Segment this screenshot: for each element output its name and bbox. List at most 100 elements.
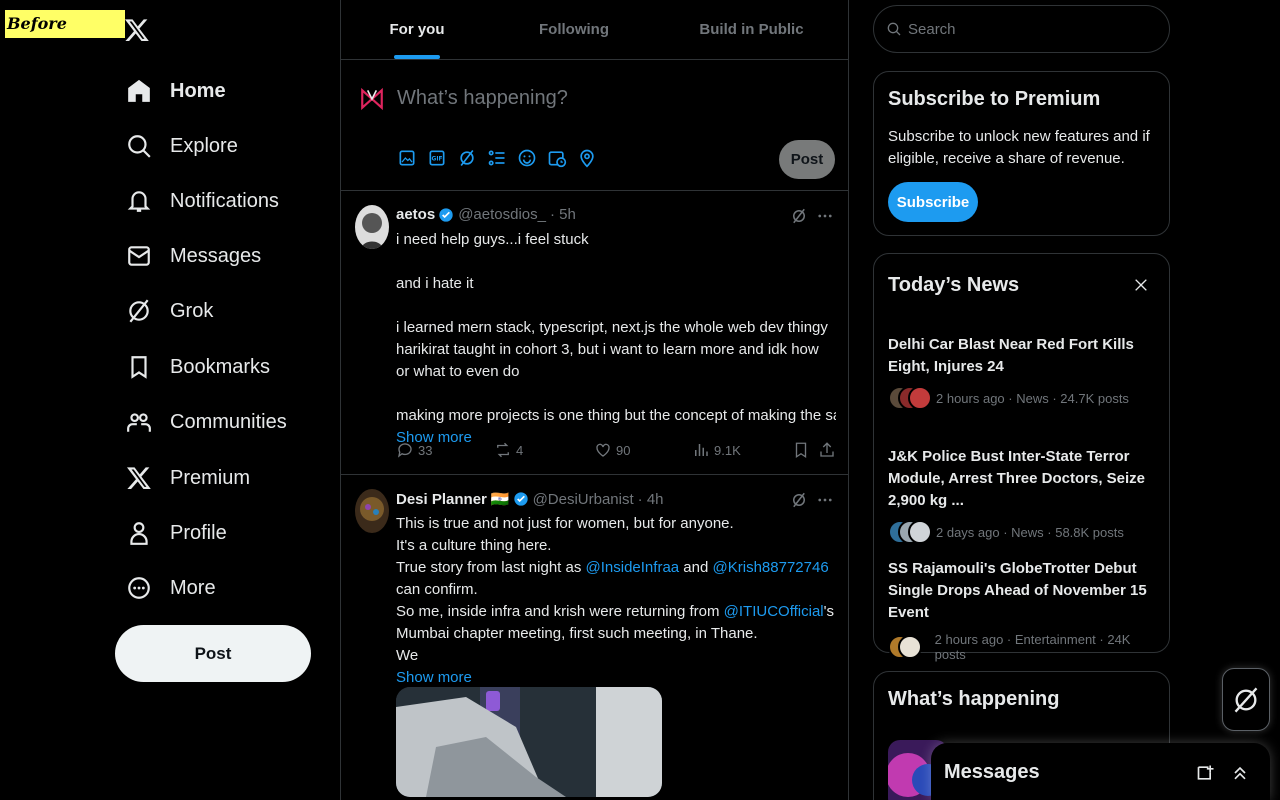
author-handle[interactable]: @aetosdios_ (458, 206, 546, 223)
grok-icon[interactable] (790, 491, 808, 509)
messages-drawer[interactable]: Messages (931, 743, 1270, 800)
subscribe-button[interactable]: Subscribe (888, 182, 978, 222)
svg-text:GIF: GIF (432, 157, 443, 163)
grok-icon[interactable] (790, 207, 808, 225)
tweet-line (396, 295, 836, 317)
tweet[interactable]: aetos @aetosdios_ · 5h i need help guys.… (341, 191, 848, 475)
search-icon (128, 135, 151, 158)
tweet-time[interactable]: · 4h (638, 491, 664, 508)
news-meta: 2 hours ago · News · 24.7K posts (888, 386, 1158, 410)
mention-link[interactable]: @InsideInfraa (586, 559, 680, 576)
nav-communities[interactable]: Communities (116, 398, 297, 446)
like-button[interactable]: 90 (594, 441, 630, 459)
bookmark-icon (795, 442, 807, 459)
grok-floating-button[interactable] (1222, 668, 1270, 731)
news-meta: 2 days ago · News · 58.8K posts (888, 520, 1158, 544)
nav-grok[interactable]: Grok (116, 287, 223, 335)
post-composer: What’s happening? GIF Post (341, 60, 848, 191)
share-icon (820, 442, 834, 457)
tweet-media-image[interactable] (396, 687, 662, 797)
nav-explore[interactable]: Explore (116, 122, 248, 170)
user-avatar-icon[interactable] (359, 86, 385, 112)
tab-build-in-public[interactable]: Build in Public (655, 0, 848, 59)
tab-following[interactable]: Following (493, 0, 655, 59)
tab-label: Following (539, 21, 609, 38)
x-app: Before Home Explore Notifications Messag… (0, 0, 1280, 800)
tweet-text: This is true and not just for women, but… (396, 513, 836, 689)
grok-icon[interactable] (457, 148, 477, 168)
tweet-header: aetos @aetosdios_ · 5h (396, 206, 576, 223)
location-icon[interactable] (577, 148, 597, 168)
nav-home[interactable]: Home (116, 67, 236, 115)
more-horizontal-icon[interactable] (816, 491, 834, 509)
bell-icon (127, 191, 151, 212)
repost-button[interactable]: 4 (494, 441, 523, 459)
nav-profile[interactable]: Profile (116, 509, 237, 557)
composer-post-button[interactable]: Post (779, 140, 835, 179)
tweet-line: So me, inside infra and krish were retur… (396, 601, 836, 645)
poll-icon[interactable] (487, 148, 507, 168)
close-icon[interactable] (1133, 277, 1149, 293)
tweet[interactable]: Desi Planner 🇮🇳 @DesiUrbanist · 4h This … (341, 475, 848, 800)
search-icon (887, 22, 901, 36)
news-meta-text: 2 hours ago · Entertainment · 24K posts (934, 632, 1131, 662)
reply-count: 33 (418, 442, 433, 458)
chevrons-up-icon[interactable] (1230, 763, 1250, 783)
messages-drawer-actions (1196, 763, 1250, 783)
search-input[interactable] (908, 20, 1148, 38)
nav-notifications[interactable]: Notifications (116, 177, 289, 225)
timeline-tabs: For you Following Build in Public (341, 0, 848, 60)
views-button[interactable]: 9.1K (692, 441, 741, 459)
tweet-time[interactable]: · 5h (550, 206, 576, 223)
gif-icon[interactable]: GIF (427, 148, 447, 168)
show-more-link[interactable]: Show more (396, 667, 836, 689)
tweet-actions: 33 4 90 9.1K (396, 441, 836, 461)
new-message-icon[interactable] (1196, 763, 1216, 783)
nav-label: Profile (170, 521, 227, 544)
heart-icon (596, 443, 610, 457)
home-icon (128, 79, 150, 102)
emoji-icon[interactable] (517, 148, 537, 168)
tweet-line: It's a culture thing here. (396, 537, 552, 554)
tab-for-you[interactable]: For you (341, 0, 493, 59)
messages-drawer-title: Messages (944, 761, 1040, 783)
share-button[interactable] (818, 441, 836, 459)
nav-premium[interactable]: Premium (116, 454, 260, 502)
avatar[interactable] (355, 489, 389, 533)
search-box[interactable] (873, 5, 1170, 53)
tweet-line: We (396, 647, 419, 664)
news-headline: Delhi Car Blast Near Red Fort Kills Eigh… (888, 336, 1134, 375)
mention-link[interactable]: @ITIUCOfficial (724, 603, 824, 620)
views-chart-icon (695, 444, 708, 456)
news-item[interactable]: Delhi Car Blast Near Red Fort Kills Eigh… (888, 334, 1158, 410)
nav-messages[interactable]: Messages (116, 232, 271, 280)
schedule-icon[interactable] (547, 148, 567, 168)
composer-input[interactable]: What’s happening? (397, 87, 568, 110)
news-title: Today’s News (888, 274, 1020, 296)
author-handle[interactable]: @DesiUrbanist (533, 491, 634, 508)
author-name[interactable]: Desi Planner (396, 491, 487, 508)
india-flag: 🇮🇳 (490, 491, 510, 508)
nav-more[interactable]: More (116, 564, 226, 612)
news-item[interactable]: SS Rajamouli's GlobeTrotter Debut Single… (888, 558, 1158, 662)
author-name[interactable]: aetos (396, 206, 435, 223)
tweet-line: and i hate it (396, 275, 474, 292)
reply-button[interactable]: 33 (396, 441, 432, 459)
tweet-line (396, 251, 836, 273)
composer-toolbar: GIF (397, 148, 597, 168)
post-button[interactable]: Post (115, 625, 311, 682)
nav-bookmarks[interactable]: Bookmarks (116, 343, 280, 391)
nav-label: Messages (170, 244, 262, 267)
tab-label: For you (389, 21, 445, 38)
bookmark-button[interactable] (792, 441, 810, 459)
tweet-line (396, 383, 836, 405)
news-meta-text: 2 hours ago · News · 24.7K posts (936, 390, 1129, 406)
more-horizontal-icon[interactable] (816, 207, 834, 225)
image-icon[interactable] (397, 148, 417, 168)
mention-link[interactable]: @Krish88772746 (713, 559, 829, 576)
news-item[interactable]: J&K Police Bust Inter-State Terror Modul… (888, 446, 1158, 544)
x-logo-icon[interactable] (124, 14, 150, 46)
avatar[interactable] (355, 205, 389, 249)
premium-card: Subscribe to Premium Subscribe to unlock… (873, 71, 1170, 236)
tweet-line: True story from last night as @InsideInf… (396, 557, 836, 601)
